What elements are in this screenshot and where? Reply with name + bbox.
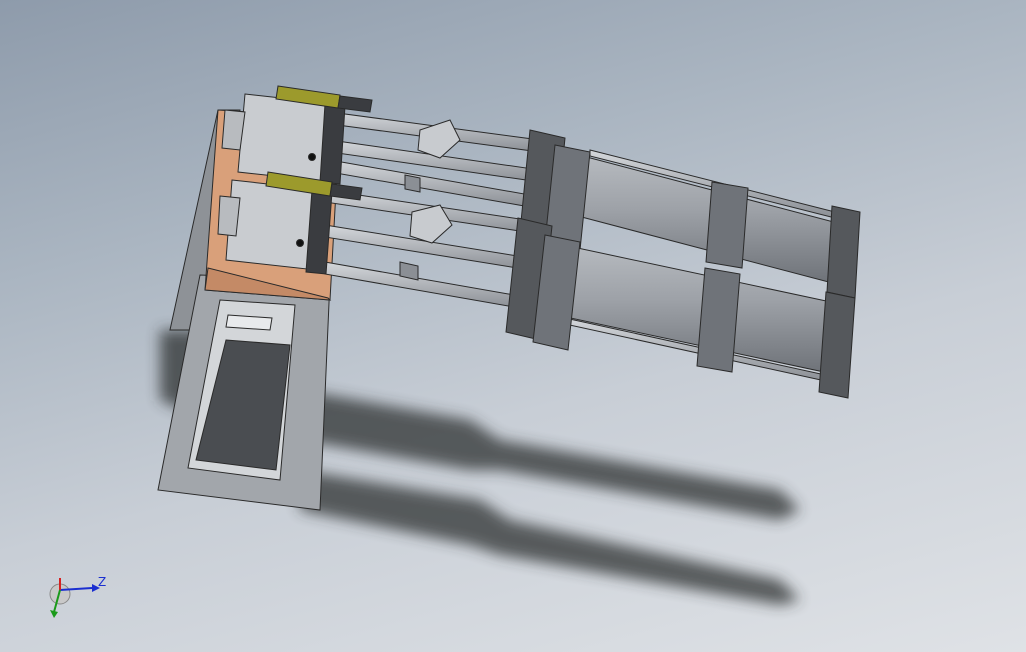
cad-model-view[interactable] — [0, 0, 1026, 652]
gripper-block-lower[interactable] — [217, 171, 363, 275]
y-axis-arrowhead — [50, 610, 58, 618]
orientation-triad: Z — [49, 575, 106, 618]
z-axis-label: Z — [98, 575, 106, 589]
3d-viewport[interactable]: Z — [0, 0, 1026, 652]
